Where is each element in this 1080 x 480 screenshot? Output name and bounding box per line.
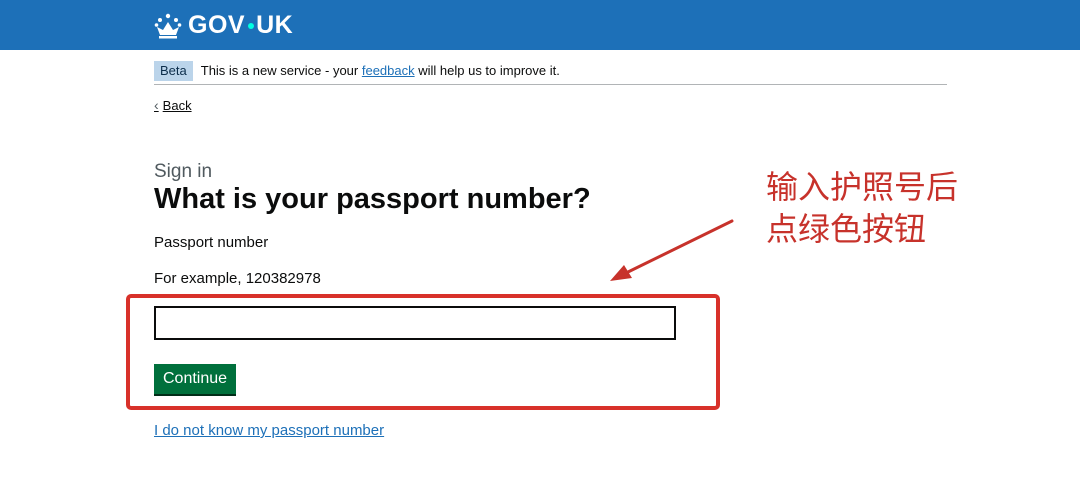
govuk-header: GOV UK (0, 0, 1080, 50)
passport-number-label: Passport number (154, 234, 269, 251)
phase-text-after: will help us to improve it. (414, 63, 560, 78)
crown-icon (154, 13, 182, 38)
feedback-link[interactable]: feedback (362, 63, 415, 78)
back-link-label: Back (162, 97, 192, 113)
logo-text-uk: UK (256, 11, 294, 39)
page-caption: Sign in (154, 161, 213, 182)
phase-banner: Beta This is a new service - your feedba… (154, 57, 947, 85)
phase-text-before: This is a new service - your (200, 63, 362, 78)
annotation-line-1: 输入护照号后 (766, 168, 959, 206)
govuk-logo-text: GOV UK (188, 11, 293, 40)
annotation-text: 输入护照号后 点绿色按钮 (766, 166, 986, 250)
annotation-arrow-icon (610, 219, 734, 281)
annotation-line-2: 点绿色按钮 (766, 210, 927, 248)
logo-text-gov: GOV (188, 11, 246, 39)
logo-dot (248, 22, 255, 29)
govuk-logo-link[interactable]: GOV UK (154, 11, 293, 40)
passport-number-hint: For example, 120382978 (154, 270, 321, 287)
page-title: What is your passport number? (154, 183, 591, 215)
beta-tag: Beta (154, 60, 193, 81)
no-passport-number-link[interactable]: I do not know my passport number (154, 422, 384, 439)
annotation-highlight-box (126, 294, 720, 410)
chevron-left-icon: ‹ (154, 97, 159, 113)
phase-banner-text: This is a new service - your feedback wi… (201, 63, 560, 78)
back-link[interactable]: ‹ Back (154, 97, 192, 113)
